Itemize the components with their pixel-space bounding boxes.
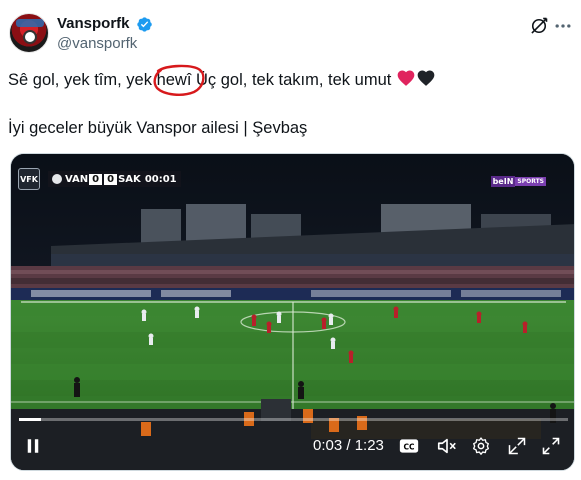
- settings-button[interactable]: [469, 434, 493, 458]
- tweet-header: Vansporfk @vansporfk: [8, 12, 573, 56]
- match-clock: 00:01: [144, 173, 177, 185]
- home-team: VAN: [65, 173, 89, 185]
- video-time: 0:03 / 1:23: [313, 437, 384, 454]
- broadcaster-name: beIN: [490, 175, 516, 187]
- circled-word-text: hewî: [156, 71, 192, 89]
- video-player[interactable]: VFK VAN 0 0 SAK 00:01 beIN SPORTS 0:03 /…: [10, 153, 575, 471]
- mute-button[interactable]: [435, 434, 459, 458]
- video-progress-fill: [19, 418, 41, 421]
- red-heart-icon: [397, 70, 415, 86]
- broadcaster-sub: SPORTS: [515, 176, 546, 186]
- score-box: VAN 0 0 SAK 00:01: [48, 171, 181, 187]
- avatar-ball: [23, 30, 37, 44]
- more-options-icon[interactable]: [553, 16, 573, 36]
- fullscreen-icon: [542, 437, 560, 455]
- text-segment: Sê gol, yek tîm, yek: [8, 71, 157, 89]
- pause-button[interactable]: [21, 434, 45, 458]
- black-heart-icon: [417, 70, 435, 86]
- text-segment: Üç gol, tek takım, tek umut: [191, 71, 396, 89]
- gear-icon: [473, 437, 489, 455]
- circled-word: hewî: [153, 64, 205, 96]
- video-controls: 0:03 / 1:23 CC: [11, 430, 574, 466]
- handle[interactable]: @vansporfk: [57, 34, 153, 54]
- popout-icon: [508, 437, 526, 455]
- video-frame-stadium: [11, 154, 574, 470]
- video-progress-bar[interactable]: [19, 418, 568, 421]
- closed-captions-icon: CC: [399, 439, 419, 453]
- svg-text:CC: CC: [403, 442, 415, 451]
- tweet-text: Sê gol, yek tîm, yek hewî Üç gol, tek ta…: [8, 64, 573, 164]
- home-crest-icon: [52, 174, 62, 184]
- author-names: Vansporfk @vansporfk: [57, 14, 153, 54]
- club-logo-text: VFK: [20, 174, 38, 184]
- popout-button[interactable]: [505, 434, 529, 458]
- broadcaster-logo: beIN SPORTS: [490, 175, 546, 187]
- verified-badge-icon: [137, 16, 152, 32]
- scorebug: VFK VAN 0 0 SAK 00:01: [18, 168, 181, 190]
- grok-icon[interactable]: [529, 16, 549, 36]
- pause-icon: [27, 439, 39, 453]
- club-logo: VFK: [18, 168, 40, 190]
- display-name[interactable]: Vansporfk: [57, 14, 130, 34]
- avatar[interactable]: [9, 13, 49, 53]
- away-team: SAK: [118, 173, 141, 185]
- tweet-text-line-1: Sê gol, yek tîm, yek hewî Üç gol, tek ta…: [8, 64, 573, 96]
- away-score: 0: [104, 173, 118, 185]
- speaker-muted-icon: [437, 438, 456, 454]
- tweet-text-line-2: İyi geceler büyük Vanspor ailesi | Şevba…: [8, 119, 308, 137]
- home-score: 0: [89, 173, 103, 185]
- closed-captions-button[interactable]: CC: [397, 434, 421, 458]
- fullscreen-button[interactable]: [539, 434, 563, 458]
- avatar-emblem: [16, 19, 44, 27]
